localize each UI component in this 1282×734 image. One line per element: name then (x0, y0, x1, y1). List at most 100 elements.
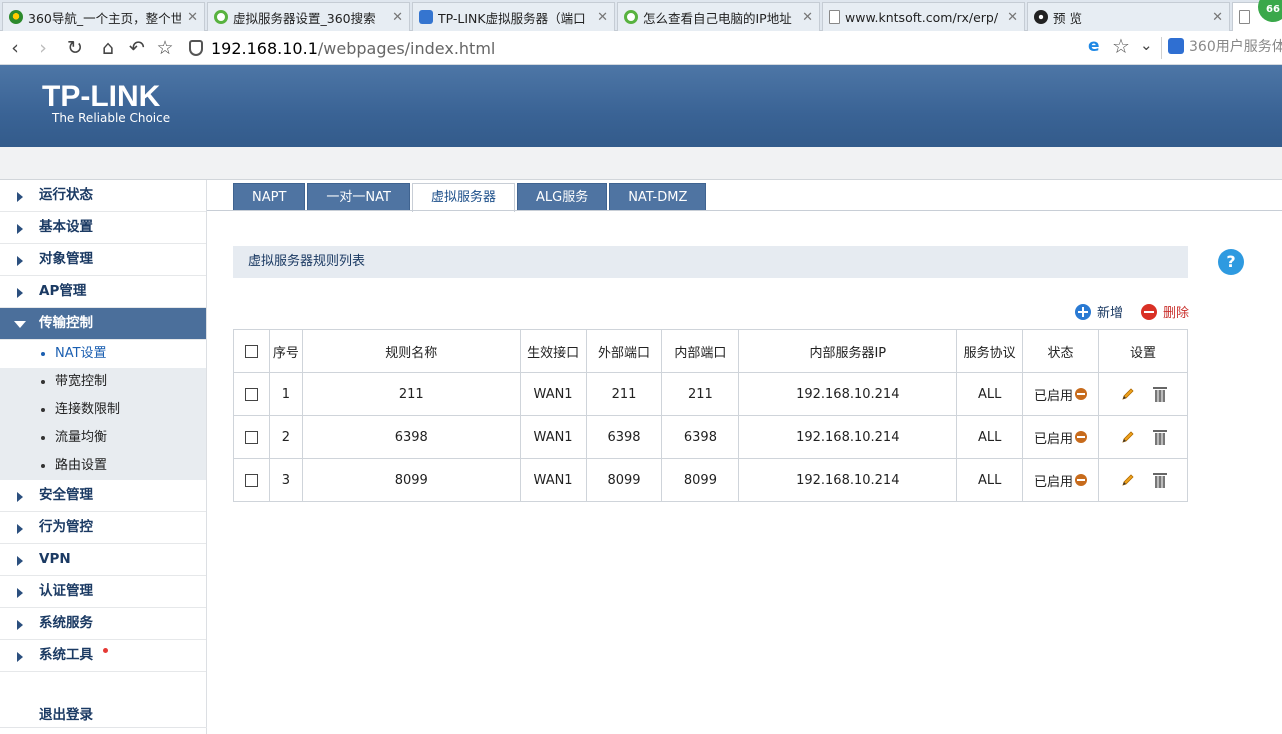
ie-mode-icon[interactable]: e (1088, 36, 1100, 56)
help-icon[interactable]: ? (1218, 249, 1244, 275)
tab-one-to-one-nat[interactable]: 一对一NAT (307, 183, 410, 211)
caret-down-icon (14, 321, 26, 328)
table-header-row: 序号 规则名称 生效接口 外部端口 内部端口 内部服务器IP 服务协议 状态 设… (233, 329, 1188, 373)
browser-tab-5[interactable]: www.kntsoft.com/rx/erp/ ✕ (822, 2, 1025, 31)
browser-tab-title: 360导航_一个主页，整个世 (28, 10, 182, 26)
sidebar-subitem-nat[interactable]: NAT设置 (0, 340, 206, 368)
col-header-internal-port: 内部端口 (661, 329, 740, 373)
browser-tab-1[interactable]: 360导航_一个主页，整个世 ✕ (2, 2, 205, 31)
sidebar-item-behavior-control[interactable]: 行为管控 (0, 512, 206, 544)
caret-right-icon (17, 588, 23, 598)
close-icon[interactable]: ✕ (1007, 10, 1018, 25)
browser-tab-2[interactable]: 虚拟服务器设置_360搜索 ✕ (207, 2, 410, 31)
col-header-protocol: 服务协议 (956, 329, 1024, 373)
sidebar-subitem-routing[interactable]: 路由设置 (0, 452, 206, 480)
sidebar-subitem-bandwidth[interactable]: 带宽控制 (0, 368, 206, 396)
favorite-star-icon[interactable]: ☆ (154, 37, 176, 59)
close-icon[interactable]: ✕ (392, 10, 403, 25)
row-checkbox[interactable] (244, 473, 258, 487)
sidebar-item-ap-management[interactable]: AP管理 (0, 276, 206, 308)
sidebar-item-basic-settings[interactable]: 基本设置 (0, 212, 206, 244)
logout-link[interactable]: 退出登录 (39, 703, 93, 723)
edit-pencil-icon[interactable] (1120, 429, 1136, 445)
close-icon[interactable]: ✕ (597, 10, 608, 25)
trash-icon[interactable] (1153, 472, 1168, 488)
table-actions: 新增 删除 (1075, 302, 1207, 321)
bookmark-star-icon[interactable]: ☆ (1112, 34, 1130, 58)
delete-button-label: 删除 (1163, 306, 1190, 321)
select-all-checkbox[interactable] (244, 344, 258, 358)
tab-nat-dmz[interactable]: NAT-DMZ (609, 183, 707, 211)
delete-button[interactable]: 删除 (1141, 302, 1189, 321)
disable-icon[interactable] (1075, 388, 1088, 400)
browser-tab-title: 预 览 (1053, 10, 1082, 26)
browser-tab-title: TP-LINK虚拟服务器（端口 (438, 10, 586, 26)
col-header-settings: 设置 (1098, 329, 1188, 373)
browser-tab-title: 怎么查看自己电脑的IP地址 (643, 10, 792, 26)
edit-pencil-icon[interactable] (1120, 472, 1136, 488)
sidebar-item-object-management[interactable]: 对象管理 (0, 244, 206, 276)
360-icon (9, 10, 23, 24)
caret-right-icon (17, 652, 23, 662)
router-header: TP-LINK The Reliable Choice (0, 65, 1282, 147)
virtual-server-table: 序号 规则名称 生效接口 外部端口 内部端口 内部服务器IP 服务协议 状态 设… (233, 329, 1188, 502)
table-row: 2 6398 WAN1 6398 6398 192.168.10.214 ALL… (233, 415, 1188, 459)
sidebar-subitem-load-balance[interactable]: 流量均衡 (0, 424, 206, 452)
disable-icon[interactable] (1075, 431, 1088, 443)
home-icon[interactable]: ⌂ (97, 37, 119, 59)
shield-icon (189, 40, 203, 56)
panel-title: 虚拟服务器规则列表 (233, 246, 1188, 278)
row-select-cell (233, 372, 270, 416)
caret-right-icon (17, 288, 23, 298)
browser-tab-6[interactable]: 预 览 ✕ (1027, 2, 1230, 31)
divider (0, 727, 207, 728)
sidebar-item-label: AP管理 (39, 283, 87, 299)
trash-icon[interactable] (1153, 386, 1168, 402)
chevron-down-icon[interactable]: ⌄ (1140, 36, 1153, 54)
reload-icon[interactable]: ↻ (64, 37, 86, 59)
trash-icon[interactable] (1153, 429, 1168, 445)
search-box[interactable]: 360用户服务体 (1168, 36, 1282, 56)
sidebar-item-system-tools[interactable]: 系统工具 (0, 640, 206, 672)
search-icon (214, 10, 228, 24)
undo-icon[interactable]: ↶ (126, 37, 148, 59)
close-icon[interactable]: ✕ (802, 10, 813, 25)
forward-icon[interactable]: › (32, 37, 54, 59)
row-checkbox[interactable] (244, 430, 258, 444)
add-button[interactable]: 新增 (1075, 302, 1123, 321)
back-icon[interactable]: ‹ (4, 37, 26, 59)
sidebar-item-label: 系统服务 (39, 615, 93, 631)
disable-icon[interactable] (1075, 474, 1088, 486)
close-icon[interactable]: ✕ (1212, 10, 1223, 25)
tab-napt[interactable]: NAPT (233, 183, 306, 211)
status-text: 已启用 (1034, 431, 1074, 447)
cell-internal-port: 6398 (661, 415, 740, 459)
add-button-label: 新增 (1097, 306, 1124, 321)
row-checkbox[interactable] (244, 387, 258, 401)
cell-interface: WAN1 (519, 372, 587, 416)
sidebar-item-status[interactable]: 运行状态 (0, 180, 206, 212)
cell-server-ip: 192.168.10.214 (738, 372, 958, 416)
close-icon[interactable]: ✕ (187, 10, 198, 25)
caret-right-icon (17, 192, 23, 202)
cell-settings (1098, 458, 1188, 502)
browser-tab-3[interactable]: TP-LINK虚拟服务器（端口 ✕ (412, 2, 615, 31)
sidebar-item-system-services[interactable]: 系统服务 (0, 608, 206, 640)
browser-tab-strip: 360导航_一个主页，整个世 ✕ 虚拟服务器设置_360搜索 ✕ TP-LINK… (0, 0, 1282, 31)
browser-tab-4[interactable]: 怎么查看自己电脑的IP地址 ✕ (617, 2, 820, 31)
edit-pencil-icon[interactable] (1120, 386, 1136, 402)
url-input[interactable]: 192.168.10.1 /webpages/index.html (183, 35, 1158, 61)
cell-status: 已启用 (1022, 415, 1100, 459)
sidebar-item-security[interactable]: 安全管理 (0, 480, 206, 512)
tab-alg-service[interactable]: ALG服务 (516, 183, 608, 211)
url-host: 192.168.10.1 (211, 38, 318, 58)
sidebar-item-label: 基本设置 (39, 219, 93, 235)
cell-external-port: 211 (585, 372, 663, 416)
sidebar-item-authentication[interactable]: 认证管理 (0, 576, 206, 608)
sidebar-subitem-connection-limit[interactable]: 连接数限制 (0, 396, 206, 424)
search-placeholder: 360用户服务体 (1189, 39, 1282, 55)
sidebar-item-transfer-control[interactable]: 传输控制 (0, 308, 206, 340)
sidebar-item-vpn[interactable]: VPN (0, 544, 206, 576)
tab-virtual-server[interactable]: 虚拟服务器 (411, 183, 515, 212)
brand-name: TP-LINK (42, 80, 161, 113)
